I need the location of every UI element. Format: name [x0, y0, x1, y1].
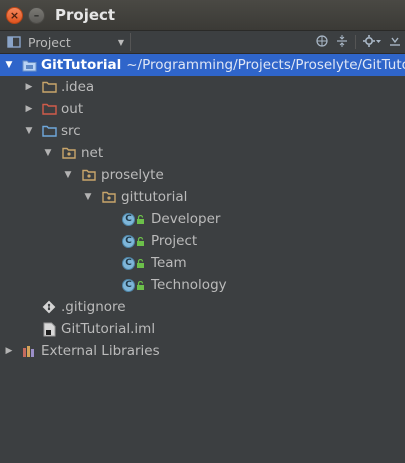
chevron-down-icon: ▼ — [117, 37, 124, 47]
git-file-icon — [41, 299, 57, 315]
close-window-button[interactable]: × — [6, 6, 23, 24]
package-icon — [101, 189, 117, 205]
root-project-name: GitTutorial — [41, 57, 122, 73]
tree-item-label: External Libraries — [41, 343, 160, 359]
tree-item-iml[interactable]: GitTutorial.iml — [0, 318, 405, 340]
view-selector-dropdown[interactable]: Project ▼ — [6, 33, 131, 51]
tree-item-gitignore[interactable]: .gitignore — [0, 296, 405, 318]
gear-icon — [363, 34, 381, 50]
tree-item-label: Project — [151, 233, 198, 249]
class-icon: C — [122, 278, 135, 292]
project-toolbar: Project ▼ — [0, 31, 405, 54]
collapsed-arrow-icon[interactable]: ▶ — [24, 104, 34, 114]
collapse-all-button[interactable] — [332, 32, 352, 52]
class-icon: C — [122, 234, 135, 248]
tree-item-external-libraries[interactable]: ▶ External Libraries — [0, 340, 405, 362]
expanded-arrow-icon[interactable]: ▼ — [43, 148, 53, 158]
lock-icon — [136, 236, 145, 246]
collapsed-arrow-icon[interactable]: ▶ — [4, 346, 14, 356]
collapse-all-icon — [336, 34, 348, 50]
tree-item-src[interactable]: ▼ src — [0, 120, 405, 142]
expanded-arrow-icon[interactable]: ▼ — [83, 192, 93, 202]
module-folder-icon — [21, 57, 37, 73]
source-folder-icon — [41, 123, 57, 139]
tree-item-gittutorial-package[interactable]: ▼ gittutorial — [0, 186, 405, 208]
project-view-icon — [6, 34, 22, 50]
expanded-arrow-icon[interactable]: ▼ — [24, 126, 34, 136]
tree-item-label: GitTutorial.iml — [61, 321, 156, 337]
package-icon — [81, 167, 97, 183]
tree-item-label: Developer — [151, 211, 221, 227]
tree-item-gittutorial-root[interactable]: ▼ GitTutorial ~/Programming/Projects/Pro… — [0, 54, 405, 76]
tree-item-label: net — [81, 145, 104, 161]
tree-item-label: out — [61, 101, 84, 117]
tree-item-proselyte[interactable]: ▼ proselyte — [0, 164, 405, 186]
tree-item-idea[interactable]: ▶ .idea — [0, 76, 405, 98]
tree-item-out[interactable]: ▶ out — [0, 98, 405, 120]
hide-icon — [389, 35, 401, 50]
library-icon — [21, 343, 37, 359]
tree-item-label: gittutorial — [121, 189, 188, 205]
tree-item-label: Team — [151, 255, 187, 271]
module-file-icon — [41, 321, 57, 337]
tree-item-team[interactable]: C Team — [0, 252, 405, 274]
minimize-icon: – — [33, 8, 40, 22]
collapsed-arrow-icon[interactable]: ▶ — [24, 82, 34, 92]
folder-icon — [41, 79, 57, 95]
tree-item-label: Technology — [151, 277, 227, 293]
tree-item-label: .gitignore — [61, 299, 126, 315]
tree-item-label: .idea — [61, 79, 95, 95]
tree-item-technology[interactable]: C Technology — [0, 274, 405, 296]
globe-icon — [316, 34, 328, 50]
class-icon: C — [122, 256, 135, 270]
tree-item-label: proselyte — [101, 167, 164, 183]
package-icon — [61, 145, 77, 161]
window-titlebar: × – Project — [0, 0, 405, 31]
view-selector-label: Project — [28, 34, 71, 50]
class-icon: C — [122, 212, 135, 226]
close-icon: × — [9, 8, 20, 22]
tree-item-project[interactable]: C Project — [0, 230, 405, 252]
toolbar-divider — [355, 35, 356, 49]
hide-panel-button[interactable] — [385, 32, 405, 52]
scroll-from-source-button[interactable] — [312, 32, 332, 52]
tree-item-label: src — [61, 123, 81, 139]
lock-icon — [136, 214, 145, 224]
tree-item-developer[interactable]: C Developer — [0, 208, 405, 230]
tree-item-net[interactable]: ▼ net — [0, 142, 405, 164]
settings-button[interactable] — [359, 32, 385, 52]
window-title: Project — [55, 6, 116, 24]
lock-icon — [136, 258, 145, 268]
excluded-folder-icon — [41, 101, 57, 117]
minimize-window-button[interactable]: – — [28, 6, 45, 24]
expanded-arrow-icon[interactable]: ▼ — [4, 60, 14, 70]
expanded-arrow-icon[interactable]: ▼ — [63, 170, 73, 180]
lock-icon — [136, 280, 145, 290]
root-project-path: ~/Programming/Projects/Proselyte/GitTuto… — [126, 57, 405, 73]
